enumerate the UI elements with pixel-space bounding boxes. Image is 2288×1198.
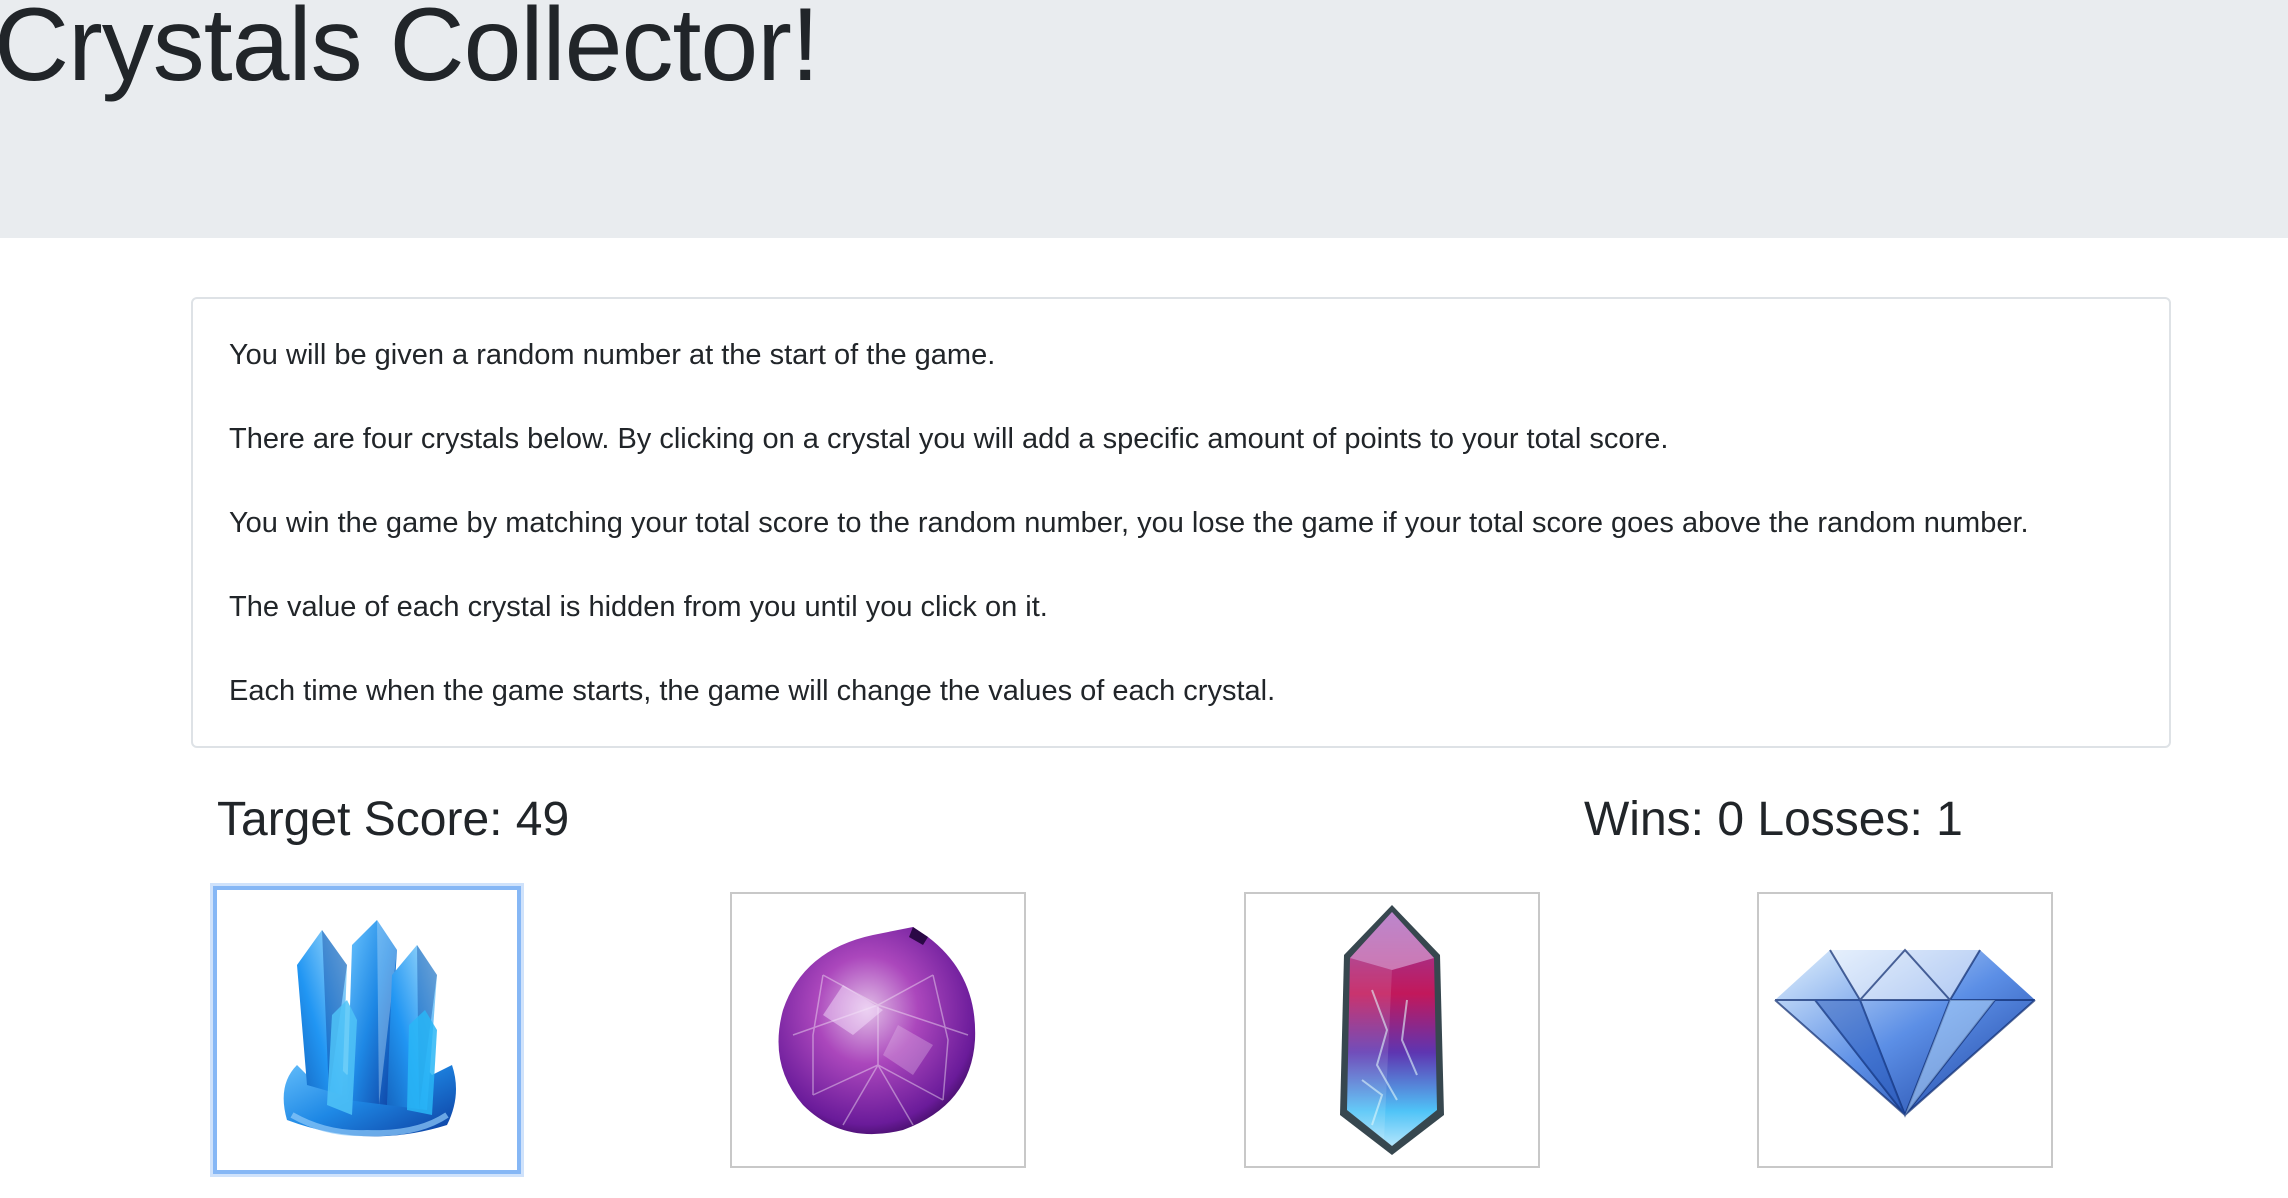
instruction-line: The value of each crystal is hidden from… — [229, 591, 1048, 623]
crystal-button-4[interactable] — [1757, 892, 2053, 1168]
instruction-line: You win the game by matching your total … — [229, 507, 2029, 539]
target-score: Target Score: 49 — [217, 793, 570, 846]
header-banner: Crystals Collector! — [0, 0, 2288, 238]
blue-crystal-cluster-icon — [283, 920, 456, 1137]
instruction-line: There are four crystals below. By clicki… — [229, 423, 1669, 455]
wins-losses: Wins: 0 Losses: 1 — [1584, 793, 1963, 846]
diamond-icon — [1774, 948, 2036, 1118]
crystal-button-1[interactable] — [213, 886, 521, 1174]
instruction-line: Each time when the game starts, the game… — [229, 675, 1276, 707]
crystal-button-3[interactable] — [1244, 892, 1540, 1168]
instruction-line: You will be given a random number at the… — [229, 339, 996, 371]
instructions-panel: You will be given a random number at the… — [191, 297, 2171, 748]
purple-amethyst-icon — [778, 927, 976, 1135]
crystal-button-2[interactable] — [730, 892, 1026, 1168]
page-title: Crystals Collector! — [0, 0, 820, 103]
pink-blue-crystal-shard-icon — [1340, 905, 1444, 1155]
